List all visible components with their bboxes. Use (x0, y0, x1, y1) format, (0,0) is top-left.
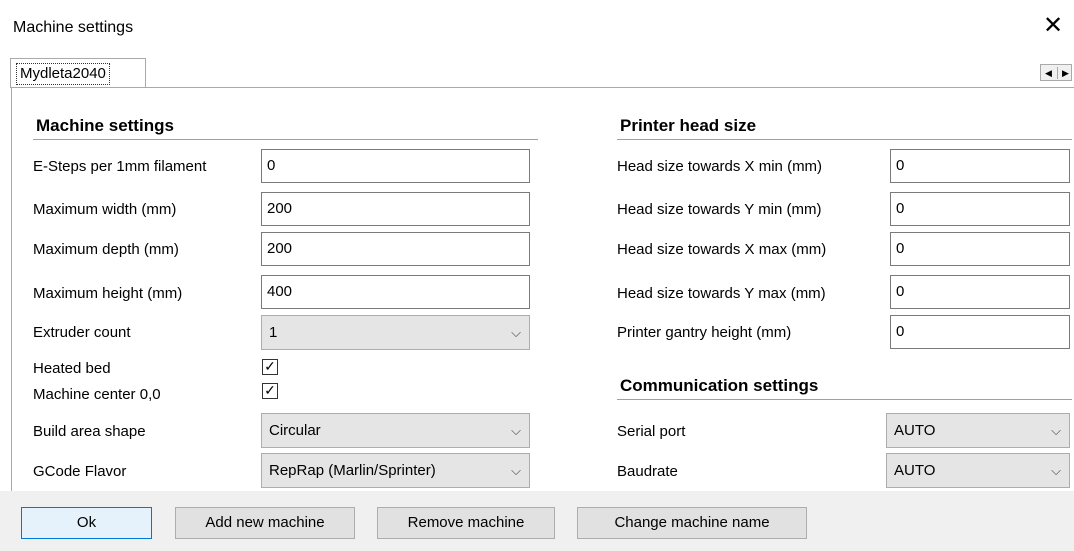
communication-divider (617, 399, 1072, 400)
head-x-max-field[interactable]: 0 (890, 232, 1070, 266)
gcode-flavor-label: GCode Flavor (33, 463, 127, 480)
extruder-count-value: 1 (269, 324, 278, 341)
machine-settings-heading: Machine settings (36, 116, 174, 135)
machine-settings-divider (33, 139, 538, 140)
serial-port-value: AUTO (894, 422, 936, 439)
change-name-button[interactable]: Change machine name (577, 507, 807, 539)
scroll-right-icon[interactable]: ▶ (1057, 67, 1073, 79)
ok-button[interactable]: Ok (21, 507, 152, 539)
tab-mydleta2040[interactable]: Mydleta2040 (10, 58, 146, 88)
button-bar: Ok Add new machine Remove machine Change… (0, 491, 1074, 551)
remove-machine-button[interactable]: Remove machine (377, 507, 555, 539)
max-height-label: Maximum height (mm) (33, 285, 183, 302)
heated-bed-label: Heated bed (33, 360, 111, 377)
extruder-count-select[interactable]: 1 ⌵ (261, 315, 530, 350)
gantry-height-label: Printer gantry height (mm) (617, 324, 792, 341)
serial-port-label: Serial port (617, 423, 686, 440)
head-x-max-label: Head size towards X max (mm) (617, 241, 827, 258)
printer-head-heading: Printer head size (620, 116, 757, 135)
build-area-shape-select[interactable]: Circular ⌵ (261, 413, 530, 448)
head-y-min-field[interactable]: 0 (890, 192, 1070, 226)
chevron-down-icon: ⌵ (511, 423, 521, 438)
max-width-field[interactable]: 200 (261, 192, 530, 226)
communication-heading: Communication settings (620, 376, 819, 395)
build-area-shape-value: Circular (269, 422, 321, 439)
printer-head-divider (617, 139, 1072, 140)
head-y-min-label: Head size towards Y min (mm) (617, 201, 822, 218)
chevron-down-icon: ⌵ (511, 463, 521, 478)
serial-port-select[interactable]: AUTO ⌵ (886, 413, 1070, 448)
scroll-left-icon[interactable]: ◀ (1041, 67, 1056, 79)
max-height-field[interactable]: 400 (261, 275, 530, 309)
tab-scroll-buttons: ◀ ▶ (1040, 64, 1072, 81)
e-steps-field[interactable]: 0 (261, 149, 530, 183)
machine-center-checkbox[interactable]: ✓ (262, 383, 278, 399)
tab-strip: Mydleta2040 (0, 56, 1074, 88)
gantry-height-field[interactable]: 0 (890, 315, 1070, 349)
window-title: Machine settings (13, 19, 134, 36)
heated-bed-checkbox[interactable]: ✓ (262, 359, 278, 375)
max-depth-label: Maximum depth (mm) (33, 241, 179, 258)
chevron-down-icon: ⌵ (1051, 423, 1061, 438)
tab-label: Mydleta2040 (16, 63, 110, 85)
head-x-min-label: Head size towards X min (mm) (617, 158, 823, 175)
baudrate-select[interactable]: AUTO ⌵ (886, 453, 1070, 488)
max-depth-field[interactable]: 200 (261, 232, 530, 266)
baudrate-value: AUTO (894, 462, 936, 479)
close-icon[interactable]: ✕ (1043, 14, 1063, 38)
max-width-label: Maximum width (mm) (33, 201, 177, 218)
title-bar: Machine settings ✕ (0, 0, 1074, 56)
head-y-max-field[interactable]: 0 (890, 275, 1070, 309)
e-steps-label: E-Steps per 1mm filament (33, 158, 207, 175)
machine-center-label: Machine center 0,0 (33, 386, 161, 403)
chevron-down-icon: ⌵ (1051, 463, 1061, 478)
head-y-max-label: Head size towards Y max (mm) (617, 285, 826, 302)
baudrate-label: Baudrate (617, 463, 678, 480)
head-x-min-field[interactable]: 0 (890, 149, 1070, 183)
extruder-count-label: Extruder count (33, 324, 131, 341)
gcode-flavor-value: RepRap (Marlin/Sprinter) (269, 462, 436, 479)
build-area-shape-label: Build area shape (33, 423, 146, 440)
add-machine-button[interactable]: Add new machine (175, 507, 355, 539)
gcode-flavor-select[interactable]: RepRap (Marlin/Sprinter) ⌵ (261, 453, 530, 488)
chevron-down-icon: ⌵ (511, 325, 521, 340)
